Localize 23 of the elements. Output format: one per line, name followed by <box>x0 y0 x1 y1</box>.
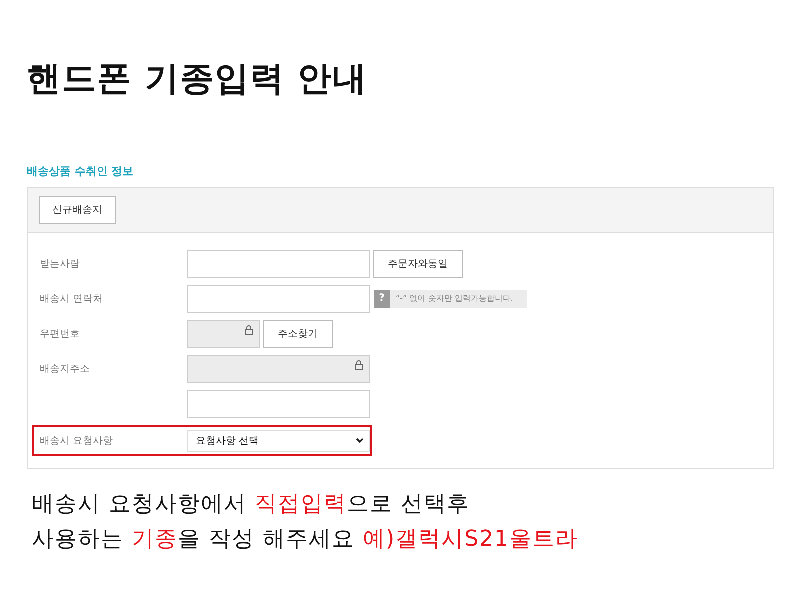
question-icon: ? <box>374 290 390 308</box>
page-title: 핸드폰 기종입력 안내 <box>27 58 369 101</box>
side-button[interactable]: 주문자와동일 <box>373 250 463 278</box>
input-field[interactable] <box>187 250 370 278</box>
field-label: 배송시 요청사항 <box>39 434 114 448</box>
field-label: 받는사람 <box>39 258 81 270</box>
locked-field[interactable] <box>187 354 370 382</box>
field-label: 우편번호 <box>39 328 81 340</box>
section-title: 배송상품 수취인 정보 <box>27 164 135 179</box>
input-field[interactable] <box>187 390 370 418</box>
field-label: 배송지주소 <box>39 362 91 376</box>
side-button[interactable]: 주소찾기 <box>263 320 333 348</box>
lock-icon <box>355 360 363 370</box>
chevron-down-icon <box>356 438 364 444</box>
field-label: 배송시 연락처 <box>39 292 104 306</box>
request-select[interactable]: 요청사항 선택 <box>187 430 370 452</box>
instruction-text: 배송시 요청사항에서 직접입력 으로 선택후 <box>32 491 471 519</box>
hint-box: ? “-” 없이 숫자만 입력가능합니다. <box>374 290 528 308</box>
new-address-button[interactable]: 신규배송지 <box>39 196 116 224</box>
lock-icon <box>245 324 253 334</box>
instruction-text: 사용하는 기종을 작성 해주세요 예)갤럭시S21울트라 <box>32 526 580 554</box>
input-field[interactable] <box>187 284 370 312</box>
locked-field[interactable] <box>187 320 260 348</box>
